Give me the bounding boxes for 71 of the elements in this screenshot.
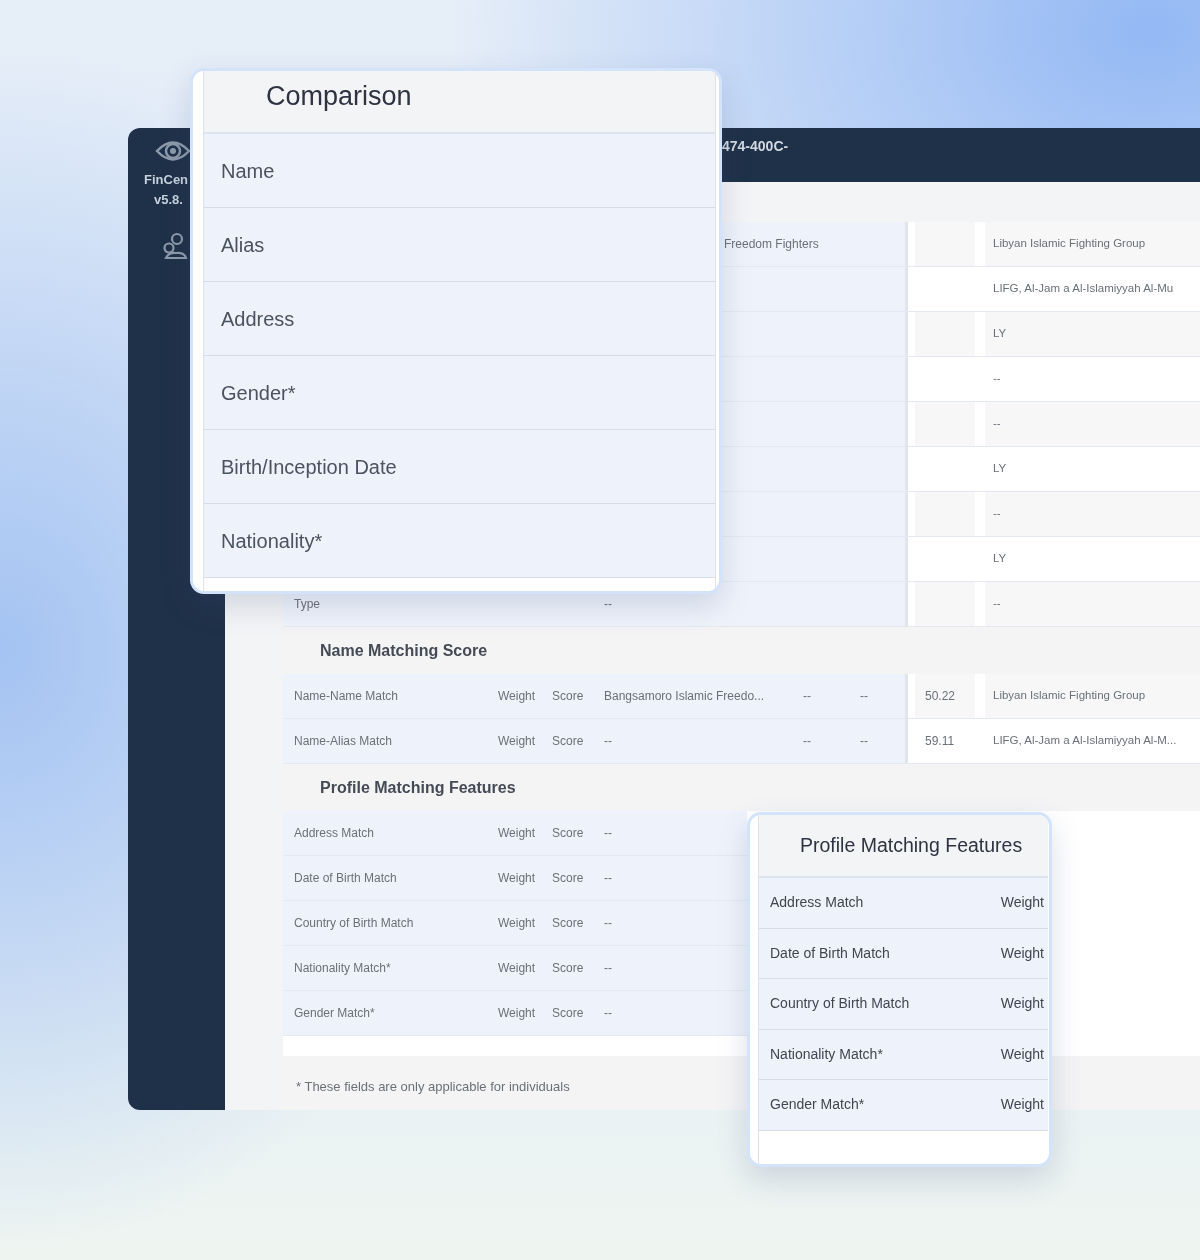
table-cell-text: --	[604, 915, 612, 932]
score-label: Score	[552, 733, 584, 750]
table-cell-text: --	[604, 1005, 612, 1022]
score-label: Score	[552, 688, 584, 705]
record-id: 474-400C-	[722, 138, 789, 154]
row-label: Gender Match*	[294, 1005, 376, 1022]
table-cell: --	[985, 402, 1200, 446]
score-label: Score	[552, 1005, 584, 1022]
card-title: Comparison	[266, 80, 412, 113]
field-label: Name	[221, 158, 275, 184]
table-cell: --	[985, 582, 1200, 626]
weight-label: Weight	[498, 870, 537, 887]
row-label: Address Match	[770, 893, 864, 913]
score-label: Score	[552, 825, 584, 842]
table-cell: Libyan Islamic Fighting Group	[985, 674, 1200, 718]
row-label: Name-Name Match	[294, 688, 400, 705]
section-title: Name Matching Score	[320, 640, 488, 661]
table-cell-text: --	[860, 688, 868, 705]
table-cell: --	[985, 492, 1200, 536]
users-icon[interactable]	[162, 232, 188, 260]
weight-label: Weight	[498, 688, 537, 705]
table-cell-text: --	[803, 688, 812, 705]
weight-label: Weight	[1000, 1095, 1044, 1115]
weight-label: Weight	[498, 825, 537, 842]
row-label: Name-Alias Match	[294, 733, 394, 750]
weight-label: Weight	[1000, 943, 1044, 963]
weight-label: Weight	[498, 960, 537, 977]
table-cell-text: --	[860, 733, 868, 750]
table-cell-text: --	[604, 825, 612, 842]
row-label: Address Match	[294, 825, 376, 842]
table-cell: LY	[985, 312, 1200, 356]
table-cell	[915, 312, 975, 356]
table-cell	[915, 222, 975, 266]
field-label: Gender*	[221, 380, 296, 406]
footnote-text: * These fields are only applicable for individuals	[296, 1079, 570, 1094]
table-cell-text: Freedom Fighters	[724, 236, 819, 253]
score-label: Score	[552, 960, 584, 977]
field-label: Nationality*	[221, 528, 323, 554]
score-label: Score	[552, 870, 584, 887]
table-cell-text: --	[604, 960, 612, 977]
brand-name: FinCen	[143, 171, 189, 189]
score-value: 50.22	[915, 674, 975, 718]
field-label: Birth/Inception Date	[221, 454, 397, 480]
table-cell-text: --	[604, 596, 612, 613]
score-label: Score	[552, 915, 584, 932]
field-label: Address	[221, 306, 295, 332]
field-label: Alias	[221, 232, 265, 258]
section-title: Profile Matching Features	[320, 777, 516, 798]
row-label: Gender Match*	[770, 1095, 865, 1115]
weight-label: Weight	[1000, 994, 1044, 1014]
version-text: v5.8.	[153, 191, 183, 209]
weight-label: Weight	[498, 915, 537, 932]
row-label: Nationality Match*	[770, 1044, 883, 1064]
weight-label: Weight	[1000, 893, 1044, 913]
row-label: Country of Birth Match	[770, 994, 910, 1014]
table-cell-text: --	[604, 733, 613, 750]
table-cell-text: --	[803, 733, 812, 750]
table-cell: Libyan Islamic Fighting Group	[985, 222, 1200, 266]
row-label: Country of Birth Match	[294, 915, 415, 932]
field-label: Type	[294, 596, 320, 613]
row-label: Nationality Match*	[294, 960, 392, 977]
table-cell-text: --	[604, 870, 612, 887]
table-cell	[915, 402, 975, 446]
table-cell-text: Bangsamoro Islamic Freedo...	[604, 688, 766, 705]
row-label: Date of Birth Match	[294, 870, 398, 887]
row-label: Date of Birth Match	[770, 943, 890, 963]
weight-label: Weight	[498, 1005, 537, 1022]
table-cell	[915, 492, 975, 536]
card-title: Profile Matching Features	[800, 832, 1023, 858]
weight-label: Weight	[498, 733, 537, 750]
weight-label: Weight	[1000, 1044, 1044, 1064]
